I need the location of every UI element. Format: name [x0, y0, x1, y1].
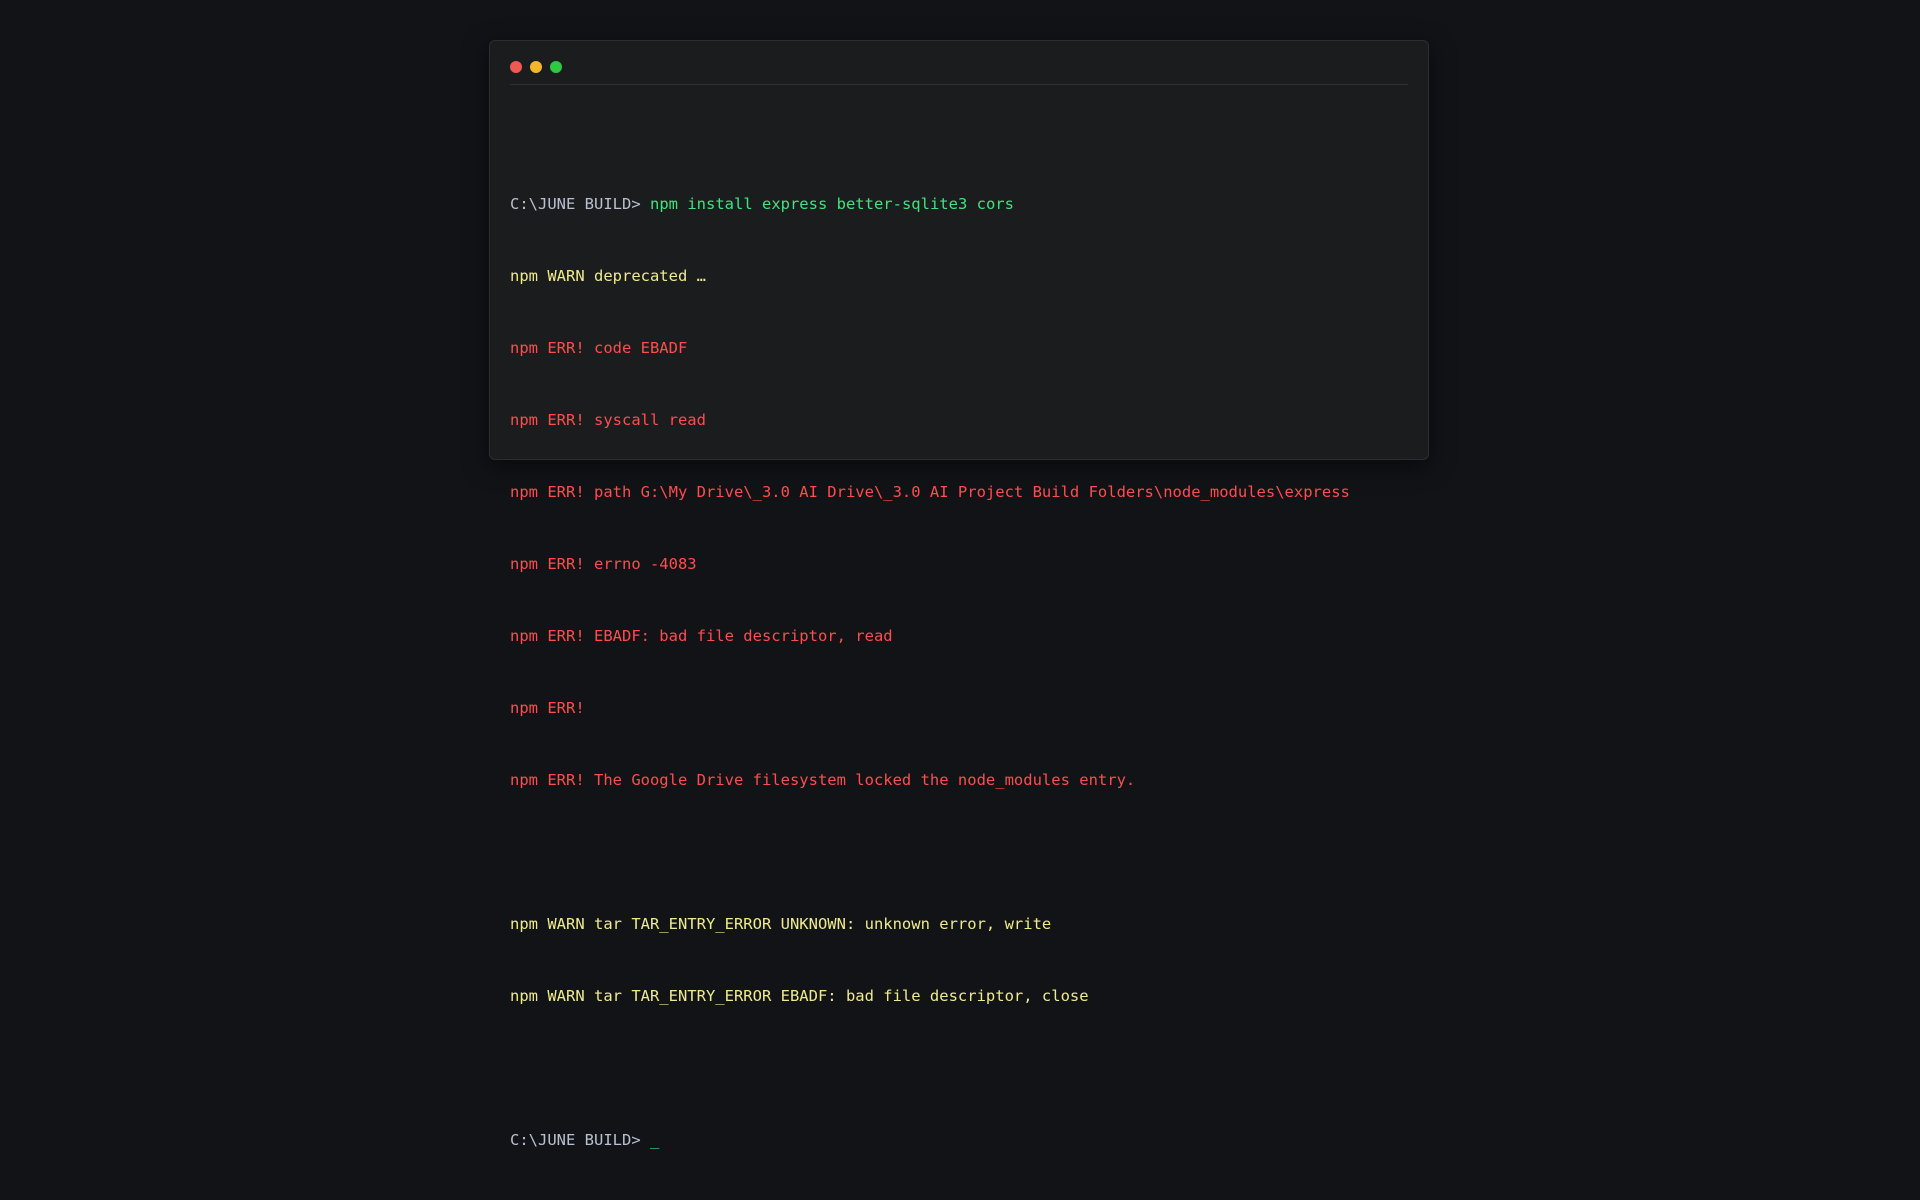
output-line: npm ERR! syscall read: [510, 411, 706, 429]
close-window-icon[interactable]: [510, 61, 522, 73]
output-line: npm ERR! code EBADF: [510, 339, 688, 357]
terminal-titlebar: [510, 41, 1408, 85]
cursor: _: [650, 1131, 660, 1149]
output-line: npm WARN deprecated …: [510, 267, 706, 285]
command-line: C:\JUNE BUILD> npm install express bette…: [510, 192, 1350, 216]
terminal-output[interactable]: C:\JUNE BUILD> npm install express bette…: [510, 144, 1350, 1200]
terminal-window[interactable]: C:\JUNE BUILD> npm install express bette…: [489, 40, 1429, 1149]
minimize-window-icon[interactable]: [530, 61, 542, 73]
prompt-text: C:\JUNE BUILD>: [510, 195, 641, 213]
prompt-text: C:\JUNE BUILD>: [510, 1131, 641, 1149]
maximize-window-icon[interactable]: [550, 61, 562, 73]
output-line: npm ERR! errno -4083: [510, 555, 697, 573]
output-line: npm ERR! EBADF: bad file descriptor, rea…: [510, 627, 893, 645]
output-line: npm ERR!: [510, 699, 585, 717]
command-text: npm install express better-sqlite3 cors: [650, 195, 1014, 213]
output-line: npm ERR! path G:\My Drive\_3.0 AI Drive\…: [510, 483, 1350, 501]
output-line: npm ERR! The Google Drive filesystem loc…: [510, 771, 1136, 789]
active-prompt-line[interactable]: C:\JUNE BUILD> _: [510, 1128, 1350, 1152]
output-line: npm WARN tar TAR_ENTRY_ERROR UNKNOWN: un…: [510, 915, 1052, 933]
output-line: npm WARN tar TAR_ENTRY_ERROR EBADF: bad …: [510, 987, 1089, 1005]
